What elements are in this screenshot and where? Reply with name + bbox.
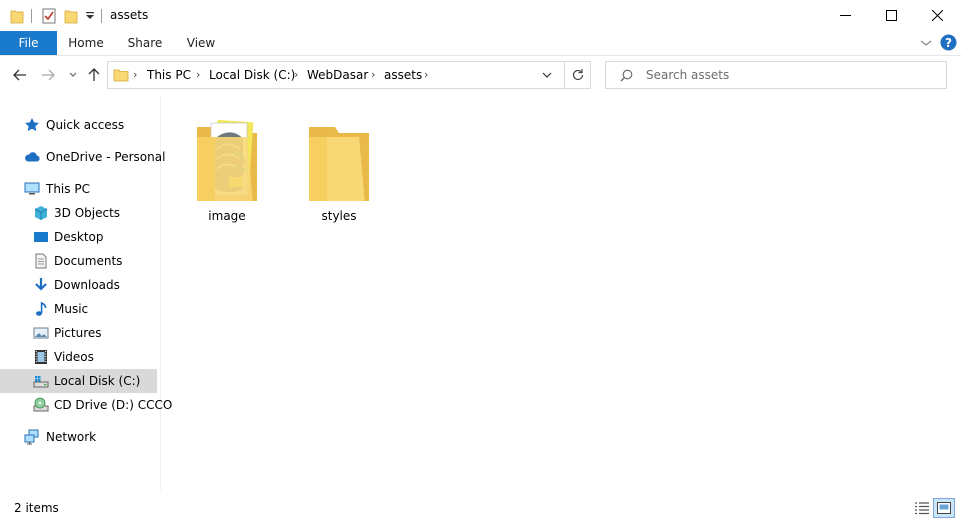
breadcrumb-separator-icon: › xyxy=(371,68,376,81)
large-icons-view-button[interactable] xyxy=(933,498,955,518)
nav-item-downloads[interactable]: Downloads xyxy=(0,273,157,297)
breadcrumb-webdasar[interactable]: WebDasar xyxy=(307,68,368,82)
navigation-bar: › This PC › Local Disk (C:) › WebDasar ›… xyxy=(0,55,961,95)
breadcrumb-separator-icon: › xyxy=(294,68,299,81)
cube-icon xyxy=(34,206,48,220)
up-button[interactable] xyxy=(84,65,104,85)
properties-icon[interactable] xyxy=(42,8,56,24)
breadcrumb-separator-icon: › xyxy=(196,68,201,81)
back-button[interactable] xyxy=(10,65,30,85)
item-count: 2 items xyxy=(14,501,59,515)
ribbon-tabs: File Home Share View ? xyxy=(0,31,961,56)
folder-icon xyxy=(309,127,369,201)
download-icon xyxy=(35,278,47,291)
file-item-label: image xyxy=(208,209,246,223)
document-icon xyxy=(35,253,47,269)
tab-home[interactable]: Home xyxy=(64,31,108,55)
large-icons-view-icon xyxy=(937,502,951,514)
tab-share[interactable]: Share xyxy=(122,31,168,55)
nav-item-videos[interactable]: Videos xyxy=(0,345,157,369)
nav-item-desktop[interactable]: Desktop xyxy=(0,225,157,249)
arrow-right-icon xyxy=(42,69,55,81)
window-title: assets xyxy=(110,8,149,22)
separator xyxy=(31,9,32,23)
nav-item-3d-objects[interactable]: 3D Objects xyxy=(0,201,157,225)
star-icon xyxy=(25,118,39,131)
network-icon xyxy=(24,429,39,445)
tab-view[interactable]: View xyxy=(180,31,222,55)
file-list: image styles xyxy=(161,95,951,490)
close-icon xyxy=(931,10,943,21)
nav-item-network[interactable]: Network xyxy=(0,425,157,449)
separator xyxy=(564,62,565,88)
computer-icon xyxy=(24,182,40,195)
address-bar[interactable]: › This PC › Local Disk (C:) › WebDasar ›… xyxy=(107,61,591,89)
video-icon xyxy=(35,350,47,364)
navigation-pane: Quick access OneDrive - Personal This PC… xyxy=(0,95,172,490)
search-box[interactable] xyxy=(605,61,947,89)
folder-icon xyxy=(113,69,129,82)
close-button[interactable] xyxy=(914,0,960,31)
breadcrumb-this-pc[interactable]: This PC xyxy=(147,68,191,82)
music-icon xyxy=(36,301,47,316)
cloud-icon xyxy=(25,152,40,162)
arrow-left-icon xyxy=(13,69,26,81)
breadcrumb-assets[interactable]: assets xyxy=(384,68,422,82)
nav-item-music[interactable]: Music xyxy=(0,297,157,321)
desktop-icon xyxy=(34,232,48,242)
minimize-icon xyxy=(839,15,851,16)
nav-item-documents[interactable]: Documents xyxy=(0,249,157,273)
status-bar: 2 items xyxy=(0,496,961,521)
pictures-icon xyxy=(33,327,49,339)
help-icon[interactable]: ? xyxy=(940,34,957,51)
cd-drive-icon xyxy=(33,397,49,412)
file-item-label: styles xyxy=(321,209,357,223)
details-view-icon[interactable] xyxy=(913,500,931,516)
customize-toolbar-icon[interactable] xyxy=(86,12,94,20)
nav-item-quick-access[interactable]: Quick access xyxy=(0,113,157,137)
recent-locations-button[interactable] xyxy=(63,65,83,85)
separator xyxy=(101,9,102,23)
arrow-up-icon xyxy=(88,68,100,81)
nav-item-local-disk[interactable]: Local Disk (C:) xyxy=(0,369,157,393)
breadcrumb-local-disk[interactable]: Local Disk (C:) xyxy=(209,68,295,82)
breadcrumb-separator-icon: › xyxy=(424,68,429,81)
search-input[interactable] xyxy=(646,67,936,83)
svg-text:?: ? xyxy=(945,36,952,50)
minimize-button[interactable] xyxy=(822,0,868,31)
nav-item-pictures[interactable]: Pictures xyxy=(0,321,157,345)
forward-button[interactable] xyxy=(38,65,58,85)
maximize-button[interactable] xyxy=(868,0,914,31)
title-bar: assets xyxy=(0,0,961,31)
nav-item-onedrive[interactable]: OneDrive - Personal xyxy=(0,145,165,169)
search-icon xyxy=(620,69,633,82)
tab-file[interactable]: File xyxy=(0,31,57,55)
file-item-styles[interactable]: styles xyxy=(291,103,387,223)
refresh-icon[interactable] xyxy=(571,68,585,82)
file-item-image[interactable]: image xyxy=(179,103,275,223)
maximize-icon xyxy=(885,10,897,21)
expand-ribbon-icon[interactable] xyxy=(920,38,932,48)
folder-with-preview-icon xyxy=(197,119,257,201)
folder-icon xyxy=(10,10,24,24)
nav-item-this-pc[interactable]: This PC xyxy=(0,177,157,201)
drive-icon xyxy=(33,376,49,388)
nav-item-cd-drive[interactable]: CD Drive (D:) CCCO xyxy=(0,393,172,417)
breadcrumb-separator-icon: › xyxy=(133,68,138,81)
new-folder-icon[interactable] xyxy=(64,8,78,24)
chevron-down-icon xyxy=(69,72,77,77)
address-dropdown-icon[interactable] xyxy=(542,72,552,79)
